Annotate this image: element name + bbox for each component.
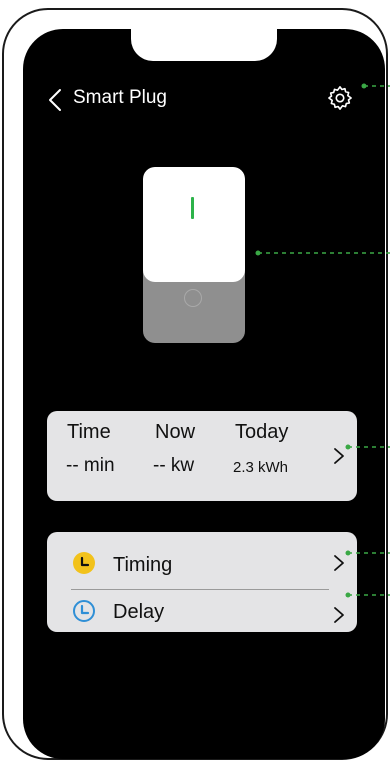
annotation-lines bbox=[255, 83, 390, 598]
